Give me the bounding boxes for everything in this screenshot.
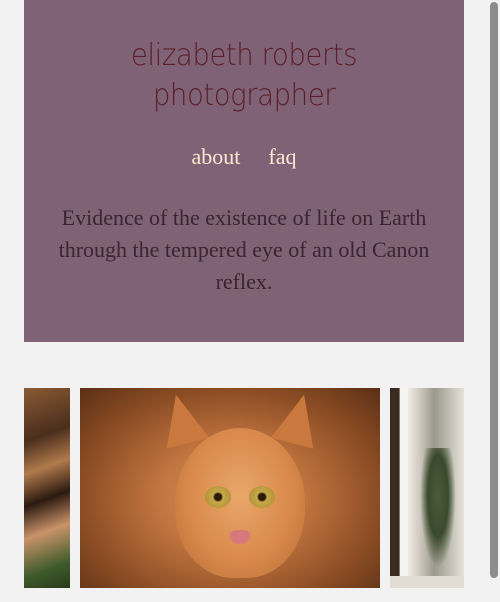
cat-eye-right (249, 486, 275, 508)
orange-cat-photo[interactable] (80, 388, 380, 588)
window-plant-photo[interactable] (390, 388, 464, 588)
plant (420, 448, 456, 568)
photo-carousel[interactable] (24, 388, 464, 588)
site-title[interactable]: elizabeth roberts photographer (42, 36, 447, 116)
cat-face (175, 428, 305, 578)
cat-ear-left (154, 389, 210, 449)
autumn-leaves-photo[interactable] (24, 388, 70, 588)
nav-link-about[interactable]: about (192, 144, 241, 170)
nav-link-faq[interactable]: faq (268, 144, 296, 170)
vertical-scrollbar[interactable] (488, 0, 500, 602)
cat-eye-left (205, 486, 231, 508)
site-header: elizabeth roberts photographer about faq… (24, 0, 464, 342)
main-nav: about faq (24, 144, 464, 170)
cat-nose (230, 530, 250, 544)
window-sill (390, 576, 464, 588)
site-title-line2: photographer (152, 78, 336, 113)
site-tagline: Evidence of the existence of life on Ear… (58, 205, 430, 294)
cat-ear-right (270, 389, 326, 449)
window-frame (400, 388, 408, 588)
scrollbar-thumb[interactable] (490, 2, 498, 578)
site-title-line1: elizabeth roberts (130, 38, 358, 73)
